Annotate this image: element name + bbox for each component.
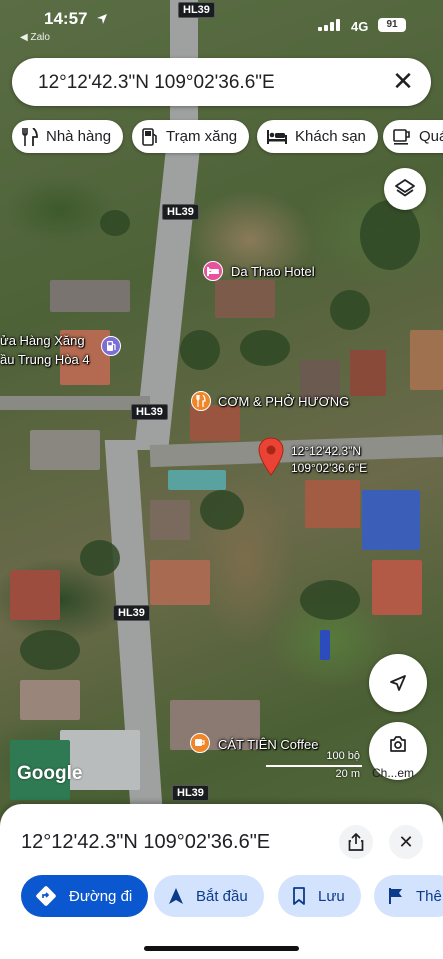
layers-button[interactable]: [384, 168, 426, 210]
search-bar[interactable]: 12°12'42.3"N 109°02'36.6"E ✕: [12, 58, 431, 106]
chip-hotels[interactable]: Khách sạn: [257, 120, 378, 153]
chip-label: Nhà hàng: [46, 128, 112, 145]
cafe-icon[interactable]: [190, 733, 210, 753]
status-bar: 14:57 ◀ Zalo 4G 91: [0, 0, 443, 44]
road-sign-hl39: HL39: [172, 785, 209, 801]
building: [30, 430, 100, 470]
building: [410, 330, 443, 390]
hotel-icon[interactable]: [203, 261, 223, 281]
tree: [330, 290, 370, 330]
tree: [20, 630, 80, 670]
gas-station-icon[interactable]: [101, 336, 121, 356]
sheet-coordinates: 12°12'42.3"N 109°02'36.6"E: [21, 831, 271, 853]
signal-icon: [318, 19, 342, 31]
road-sign-hl39: HL39: [113, 605, 150, 621]
tree: [200, 490, 244, 530]
flag-icon: [389, 888, 402, 904]
battery-icon: 91: [378, 18, 406, 32]
building: [150, 560, 210, 605]
save-label: Lưu: [318, 887, 345, 905]
tree: [360, 200, 420, 270]
building: [215, 280, 275, 318]
building: [305, 480, 360, 528]
chip-label: Khách sạn: [295, 128, 366, 145]
restaurant-icon[interactable]: [191, 391, 211, 411]
building: [150, 500, 190, 540]
tree: [80, 540, 120, 576]
tree: [300, 580, 360, 620]
building: [362, 490, 420, 550]
road-sign-hl39: HL39: [131, 404, 168, 420]
camera-lens-icon: [390, 736, 406, 752]
hotel-icon: [267, 129, 287, 144]
building: [320, 630, 330, 660]
left-road: [0, 396, 150, 410]
chip-cafes[interactable]: Quá: [383, 120, 443, 153]
building: [350, 350, 386, 396]
pin-lng: 109°02'36.6"E: [291, 461, 368, 475]
close-icon: ✕: [398, 831, 414, 852]
building: [50, 280, 130, 312]
directions-icon: [36, 886, 56, 906]
directions-button[interactable]: Đường đi: [21, 875, 149, 917]
layers-icon: [395, 179, 415, 197]
pin-lat: 12°12'42.3"N: [291, 444, 362, 458]
directions-label: Đường đi: [69, 887, 133, 905]
status-time: 14:57: [44, 9, 88, 28]
chip-label: Quá: [419, 128, 443, 145]
google-logo: Google: [17, 763, 83, 784]
building: [168, 470, 226, 490]
close-sheet-button[interactable]: ✕: [389, 825, 423, 859]
gas-station-label[interactable]: ửa Hàng Xăng ầu Trung Hòa 4: [0, 331, 90, 369]
road-sign-hl39: HL39: [162, 204, 199, 220]
tree: [100, 210, 130, 236]
search-query[interactable]: 12°12'42.3"N 109°02'36.6"E: [38, 72, 275, 94]
chip-gas-stations[interactable]: Trạm xăng: [132, 120, 250, 153]
chip-restaurants[interactable]: Nhà hàng: [12, 120, 124, 153]
back-to-app[interactable]: ◀ Zalo: [20, 32, 50, 43]
pin-coordinates: 12°12'42.3"N 109°02'36.6"E: [291, 443, 367, 477]
cafe-icon: [393, 128, 410, 145]
close-icon[interactable]: ✕: [389, 68, 417, 96]
network-type: 4G: [351, 19, 369, 34]
lens-label: Ch...em: [372, 766, 415, 780]
building: [372, 560, 422, 615]
add-label-label: Thê: [416, 887, 442, 905]
building: [10, 570, 60, 620]
dropped-pin-icon[interactable]: [258, 437, 284, 477]
add-label-button[interactable]: Thê: [374, 875, 443, 917]
bookmark-icon: [293, 887, 305, 905]
restaurant-label[interactable]: CƠM & PHỞ HƯƠNG: [218, 394, 349, 409]
navigation-start-icon: [169, 888, 183, 904]
place-sheet[interactable]: 12°12'42.3"N 109°02'36.6"E ✕ Đường đi Bắ…: [0, 804, 443, 959]
tree: [180, 330, 220, 370]
my-location-button[interactable]: [369, 654, 427, 712]
scale-feet: 100 bộ: [326, 750, 360, 762]
navigation-arrow-icon: [390, 675, 406, 691]
home-indicator[interactable]: [144, 946, 299, 951]
start-button[interactable]: Bắt đầu: [154, 875, 264, 917]
scale-meters: 20 m: [335, 768, 360, 780]
scale-line: [266, 765, 362, 767]
hotel-label[interactable]: Da Thao Hotel: [231, 264, 315, 279]
gas-station-icon: [142, 127, 157, 146]
scale-bar: 100 bộ 20 m: [266, 750, 362, 784]
share-button[interactable]: [339, 825, 373, 859]
building: [20, 680, 80, 720]
location-arrow-icon: [97, 14, 107, 24]
restaurant-icon: [22, 127, 38, 146]
share-icon: [348, 833, 364, 851]
tree: [240, 330, 290, 366]
chip-label: Trạm xăng: [166, 128, 238, 145]
save-button[interactable]: Lưu: [278, 875, 361, 917]
start-label: Bắt đầu: [196, 887, 248, 905]
